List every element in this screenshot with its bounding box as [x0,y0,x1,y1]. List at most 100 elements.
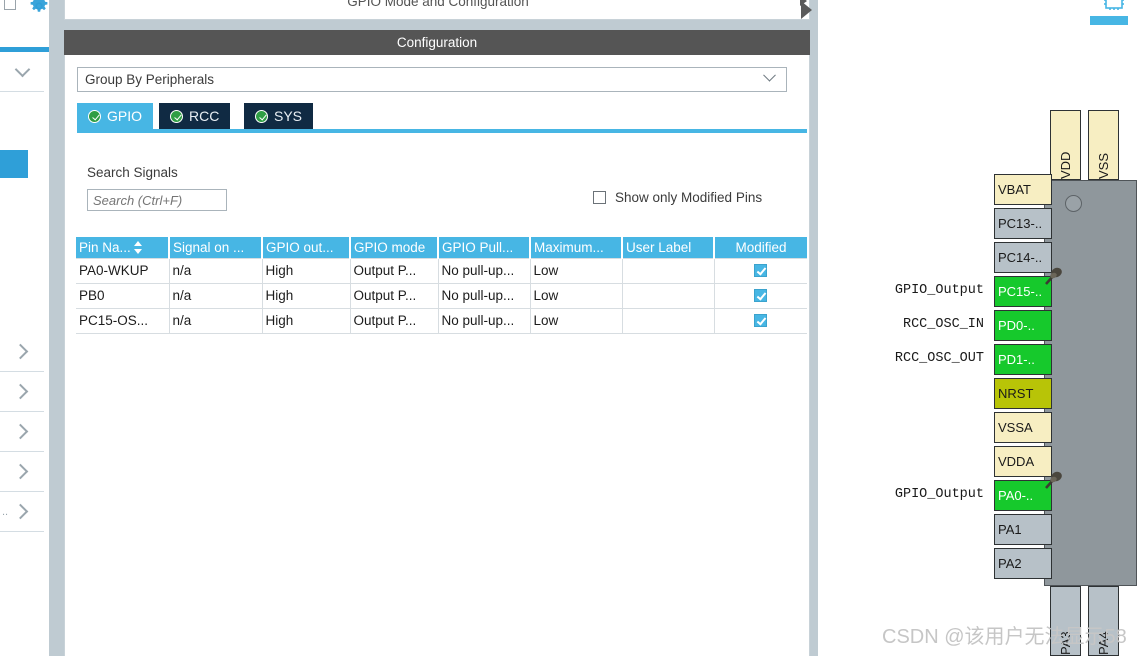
tab-rcc[interactable]: RCC [159,103,231,129]
column-header-gpio-output[interactable]: GPIO out... [262,237,351,258]
watermark: CSDN @该用户无法显示58 [882,626,1127,648]
search-input[interactable] [87,189,227,211]
cell-gpio-output[interactable]: High [262,283,351,309]
chip-pin-signal-label: RCC_OSC_OUT [894,351,984,366]
peripheral-tabs: GPIO RCC SYS [77,103,807,132]
cell-user-label[interactable] [622,308,715,334]
column-header-signal-on[interactable]: Signal on ... [169,237,263,258]
chip-pin-pa2[interactable]: PA2 [994,548,1052,579]
cell-signal-on[interactable]: n/a [169,257,263,284]
cell-signal-on[interactable]: n/a [169,308,263,334]
checked-checkbox-icon[interactable] [754,289,768,302]
sidebar-item-1[interactable] [0,332,44,372]
column-header-modified[interactable]: Modified [714,237,807,258]
check-circle-icon [170,109,183,123]
search-signals-label: Search Signals [87,165,178,180]
cell-gpio-pull[interactable]: No pull-up... [438,308,531,334]
chip-pin-pc14[interactable]: PC14-.. [994,242,1052,273]
column-header-pin-name[interactable]: Pin Na... [76,237,170,258]
chevron-down-icon [14,61,30,78]
configuration-header: Configuration [64,30,810,55]
cell-user-label[interactable] [622,283,715,309]
chip-pin-signal-label: GPIO_Output [894,283,984,298]
cell-maximum[interactable]: Low [530,308,623,334]
sidebar-item-3[interactable] [0,412,44,452]
checked-checkbox-icon[interactable] [754,264,768,277]
sidebar-item-0[interactable] [0,52,44,92]
chip-pin-nrst[interactable]: NRST [994,378,1052,409]
chevron-right-icon [12,343,29,360]
chip-pinout-view: VDD VSS VBAT PC13-.. PC14-.. PC15-.. GPIO_Out… [818,0,1137,656]
cell-gpio-output[interactable]: High [262,257,351,284]
pin-table-body: PA0-WKUP n/a High Output P... No pull-up... L… [76,257,807,334]
column-header-user-label[interactable]: User Label [622,237,715,258]
group-by-select-value: Group By Peripherals [85,72,215,87]
tab-gpio-label: GPIO [107,108,143,124]
group-by-select[interactable]: Group By Peripherals [77,67,787,92]
sidebar-selected-block[interactable] [0,150,28,178]
cell-gpio-pull[interactable]: No pull-up... [438,283,531,309]
cell-pin-name[interactable]: PB0 [76,283,170,309]
chip-pin-vssa[interactable]: VSSA [994,412,1052,443]
microcontroller-icon[interactable] [1090,0,1132,34]
chip-package-body [1044,180,1137,586]
chevron-right-icon [12,463,29,480]
table-row[interactable]: PC15-OS... n/a High Output P... No pull-up..… [76,308,807,334]
chip-pin1-dot [1065,195,1082,212]
column-header-maximum[interactable]: Maximum... [530,237,623,258]
chip-icon-underline [1090,16,1128,25]
chip-pin-pa1[interactable]: PA1 [994,514,1052,545]
chip-pin-vbat[interactable]: VBAT [994,174,1052,205]
chip-pin-pd1[interactable]: PD1-.. [994,344,1052,375]
triangle-right-icon-tip [800,0,807,6]
configuration-body: Group By Peripherals GPIO RCC SYS Search… [64,55,810,656]
cell-modified[interactable] [714,308,807,334]
panel-title-strip: GPIO Mode and Configuration [64,0,810,20]
checkbox-icon[interactable] [593,191,606,204]
chip-pin-pc13[interactable]: PC13-.. [994,208,1052,239]
cell-signal-on[interactable]: n/a [169,283,263,309]
chip-pin-signal-label: GPIO_Output [894,487,984,502]
column-header-gpio-mode[interactable]: GPIO mode [350,237,439,258]
chip-pin-vdda[interactable]: VDDA [994,446,1052,477]
chip-pin-pc15[interactable]: PC15-.. [994,276,1052,307]
sort-arrows-icon[interactable] [133,240,143,254]
configuration-panel: GPIO Mode and Configuration Configuratio… [56,0,818,656]
sidebar-topbar [0,0,56,28]
cell-gpio-output[interactable]: High [262,308,351,334]
sidebar-item-2[interactable] [0,372,44,412]
cell-modified[interactable] [714,283,807,309]
cell-maximum[interactable]: Low [530,283,623,309]
sidebar-divider [49,0,56,656]
cell-pin-name[interactable]: PA0-WKUP [76,257,170,284]
cell-gpio-pull[interactable]: No pull-up... [438,257,531,284]
checked-checkbox-icon[interactable] [754,314,768,327]
cell-gpio-mode[interactable]: Output P... [350,257,439,284]
chip-pin-pa0[interactable]: PA0-.. [994,480,1052,511]
chevron-down-icon [763,68,776,82]
tab-sys[interactable]: SYS [244,103,314,129]
chip-pin-vss[interactable]: VSS [1088,110,1119,180]
sidebar-item-4[interactable] [0,452,44,492]
cell-pin-name[interactable]: PC15-OS... [76,308,170,334]
sidebar-item-5[interactable]: .. [0,492,44,532]
cell-maximum[interactable]: Low [530,257,623,284]
show-only-modified-pins-toggle[interactable]: Show only Modified Pins [593,190,762,205]
check-circle-icon [255,109,268,123]
table-row[interactable]: PA0-WKUP n/a High Output P... No pull-up... L… [76,257,807,284]
chip-pin-signal-label: RCC_OSC_IN [902,317,984,332]
chip-pin-pd0[interactable]: PD0-.. [994,310,1052,341]
configuration-header-label: Configuration [396,35,478,50]
chevron-right-icon [12,503,29,520]
table-row[interactable]: PB0 n/a High Output P... No pull-up... Low [76,283,807,309]
show-only-modified-pins-label: Show only Modified Pins [615,190,763,205]
cell-gpio-mode[interactable]: Output P... [350,283,439,309]
tab-sys-label: SYS [274,108,303,124]
tab-gpio[interactable]: GPIO [77,103,154,129]
pin-configuration-table: Pin Na... Signal on ... GPIO out... GPIO… [76,237,807,334]
cell-gpio-mode[interactable]: Output P... [350,308,439,334]
column-header-gpio-pull[interactable]: GPIO Pull... [438,237,531,258]
cell-modified[interactable] [714,257,807,284]
cell-user-label[interactable] [622,257,715,284]
chip-pin-vdd[interactable]: VDD [1050,110,1081,180]
